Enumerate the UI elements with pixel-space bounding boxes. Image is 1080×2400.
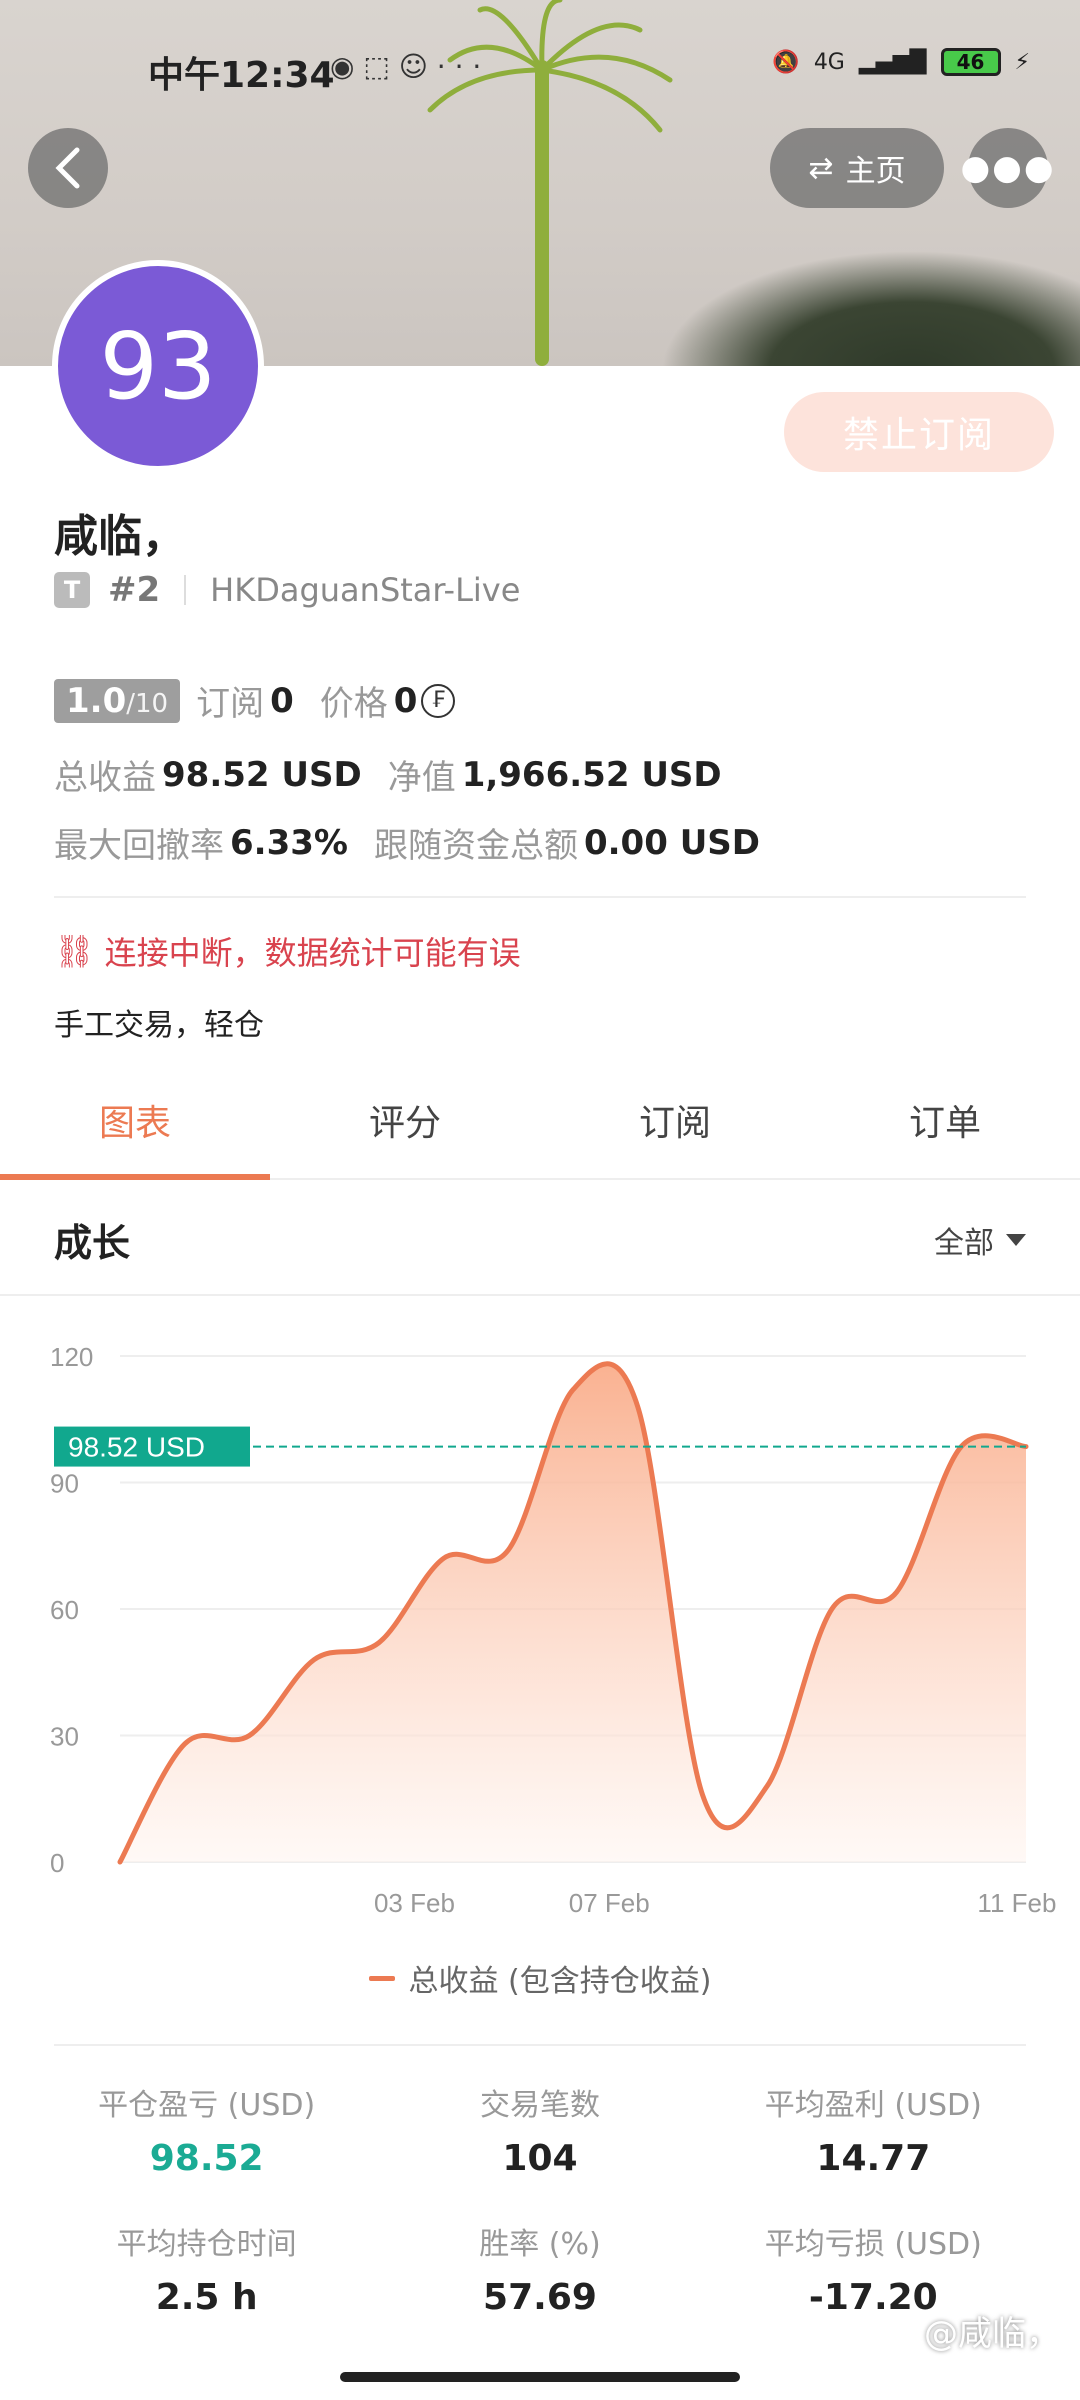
summary-label: 平均持仓时间 <box>116 2227 297 2262</box>
drawdown-row: 最大回撤率 6.33% 跟随资金总额 0.00 USD <box>54 818 786 867</box>
tab-chart[interactable]: 图表 <box>0 1076 270 1180</box>
coin-icon: ₣ <box>421 683 456 718</box>
tab-rating[interactable]: 评分 <box>270 1076 540 1178</box>
x-tick-label: 11 Feb <box>977 1888 1056 1918</box>
y-tick-label: 90 <box>50 1469 79 1499</box>
legend-swatch <box>368 1975 395 1981</box>
price-value: 0 <box>393 680 418 721</box>
summary-cell: 平均持仓时间 2.5 h <box>40 2219 373 2318</box>
back-button[interactable] <box>28 128 108 208</box>
summary-cell: 交易笔数 104 <box>373 2080 706 2179</box>
description: 手工交易，轻仓 <box>54 1008 264 1043</box>
y-tick-label: 0 <box>50 1848 64 1878</box>
meta-separator <box>184 575 187 605</box>
total-profit-value: 98.52 USD <box>162 754 362 795</box>
summary-value: 57.69 <box>483 2277 597 2318</box>
summary-label: 平均盈利 (USD) <box>764 2088 982 2123</box>
leaf-shadow <box>660 250 1080 366</box>
status-time: 中午12:34 <box>148 55 335 96</box>
y-tick-label: 30 <box>50 1722 79 1752</box>
charging-icon: ⚡ <box>1014 49 1030 75</box>
y-tick-label: 60 <box>50 1595 79 1625</box>
series-area <box>120 1363 1026 1862</box>
account-type-badge: T <box>54 572 90 608</box>
status-bar: 中午12:34 ◉ ⬚ ☺ · · · 🔕 4G ▂▄▆█ 46 ⚡ <box>0 40 1080 100</box>
swap-icon: ⇄ <box>808 150 834 186</box>
range-filter-dropdown[interactable]: 全部 <box>934 1218 1026 1262</box>
status-right: 🔕 4G ▂▄▆█ 46 ⚡ <box>772 48 1030 76</box>
total-profit-label: 总收益 <box>54 758 156 798</box>
user-name: 咸临， <box>54 511 186 562</box>
more-dots-icon: ●●● <box>960 148 1056 188</box>
summary-label: 平均亏损 (USD) <box>764 2227 982 2262</box>
mute-icon: 🔕 <box>772 49 800 75</box>
summary-label: 平仓盈亏 (USD) <box>98 2088 316 2123</box>
chart-legend: 总收益 (包含持仓收益) <box>0 1956 1080 2000</box>
account-meta: T #2 HKDaguanStar-Live <box>54 570 520 610</box>
legend-label: 总收益 (包含持仓收益) <box>408 1964 712 1999</box>
summary-divider <box>54 2044 1026 2046</box>
home-button[interactable]: ⇄ 主页 <box>770 128 944 208</box>
filter-label: 全部 <box>934 1226 994 1261</box>
warning-text: 连接中断，数据统计可能有误 <box>104 934 521 972</box>
connection-warning[interactable]: ⛓ 连接中断，数据统计可能有误 <box>54 928 521 974</box>
summary-label: 交易笔数 <box>479 2088 600 2123</box>
section-title: 成长 <box>54 1221 131 1265</box>
summary-cell: 平均盈利 (USD) 14.77 <box>707 2080 1040 2179</box>
avatar-text: 93 <box>99 312 217 420</box>
tab-bar: 图表 评分 订阅 订单 <box>0 1076 1080 1180</box>
signal-label: 4G <box>813 49 845 75</box>
tab-subscriptions[interactable]: 订阅 <box>540 1076 810 1178</box>
tab-orders[interactable]: 订单 <box>810 1076 1080 1178</box>
growth-section-header: 成长 全部 <box>0 1196 1080 1296</box>
current-value-label: 98.52 USD <box>68 1432 205 1463</box>
more-button[interactable]: ●●● <box>961 128 1054 208</box>
net-value-label: 净值 <box>387 758 456 798</box>
home-button-label: 主页 <box>845 154 906 189</box>
summary-cell: 胜率 (%) 57.69 <box>373 2219 706 2318</box>
signal-bars-icon: ▂▄▆█ <box>858 49 927 75</box>
summary-value: 2.5 h <box>155 2277 258 2318</box>
summary-value: 14.77 <box>816 2138 931 2179</box>
rating-max: /10 <box>126 688 169 719</box>
ban-subscribe-button[interactable]: 禁止订阅 <box>784 392 1054 472</box>
watermark: @咸临， <box>924 2314 1060 2354</box>
follow-funds-value: 0.00 USD <box>583 822 761 863</box>
notification-icons: ◉ ⬚ ☺ · · · <box>330 50 482 83</box>
x-tick-label: 07 Feb <box>569 1888 650 1918</box>
chevron-left-icon <box>55 147 80 189</box>
y-tick-label: 120 <box>50 1342 93 1372</box>
battery-icon: 46 <box>940 48 1001 76</box>
plant-stem <box>535 60 549 366</box>
caret-down-icon <box>1006 1234 1026 1246</box>
profit-row: 总收益 98.52 USD 净值 1,966.52 USD <box>54 750 748 799</box>
summary-label: 胜率 (%) <box>479 2227 601 2262</box>
rating-value: 1.0 <box>66 680 127 721</box>
home-indicator[interactable] <box>340 2372 740 2382</box>
follow-funds-label: 跟随资金总额 <box>373 826 578 866</box>
growth-chart: 120 90 60 30 0 98.52 USD 03 Feb 07 Feb 11 Feb <box>50 1342 1056 1918</box>
price-label: 价格 <box>319 684 388 724</box>
server-name: HKDaguanStar-Live <box>210 571 521 609</box>
max-drawdown-value: 6.33% <box>230 822 348 863</box>
summary-value: 104 <box>502 2138 578 2179</box>
avatar: 93 <box>52 260 264 472</box>
net-value-value: 1,966.52 USD <box>461 754 722 795</box>
link-broken-icon: ⛓ <box>54 932 95 970</box>
x-tick-label: 03 Feb <box>374 1888 455 1918</box>
subscriptions-label: 订阅 <box>196 684 265 724</box>
divider <box>54 896 1026 898</box>
rank: #2 <box>108 570 161 610</box>
summary-cell: 平均亏损 (USD) -17.20 <box>707 2219 1040 2318</box>
subscriptions-value: 0 <box>270 680 294 721</box>
rating-row: 1.0/10 订阅 0 价格 0 ₣ <box>54 676 456 725</box>
rating-badge: 1.0/10 <box>54 678 181 723</box>
summary-grid: 平仓盈亏 (USD) 98.52 交易笔数 104 平均盈利 (USD) 14.77 平均持… <box>40 2080 1040 2318</box>
max-drawdown-label: 最大回撤率 <box>54 826 224 866</box>
summary-cell: 平仓盈亏 (USD) 98.52 <box>40 2080 373 2179</box>
summary-value: 98.52 <box>149 2138 264 2179</box>
